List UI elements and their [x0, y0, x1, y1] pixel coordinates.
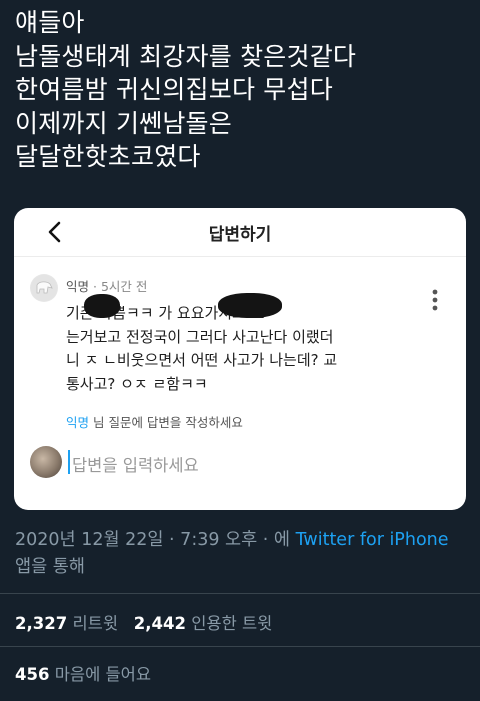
redaction-blot	[84, 294, 120, 318]
retweet-count: 2,327	[15, 614, 68, 633]
comment-line: 니 ㅈ ㄴ비웃으면서 어떤 사고가 나는데? 교	[66, 351, 338, 369]
tweet-line: 한여름밤 귀신의집보다 무섭다	[15, 75, 333, 104]
redaction-blot	[218, 293, 282, 318]
tweet-text: 얘들아 남돌생태계 최강자를 찾은것같다 한여름밤 귀신의집보다 무섭다 이제까…	[15, 6, 470, 174]
reply-hint-text: 님 질문에 답변을 작성하세요	[89, 415, 243, 430]
tweet-source-link[interactable]: Twitter for iPhone	[296, 530, 449, 550]
comment-meta: 익명 · 5시간 전	[66, 276, 147, 295]
retweet-label: 리트윗	[72, 614, 118, 633]
tweet-line: 이제까지 기쎈남돌은	[15, 108, 232, 138]
more-vertical-icon[interactable]	[431, 288, 439, 312]
quote-stat[interactable]: 2,442 인용한 트윗	[134, 614, 273, 633]
card-title: 답변하기	[208, 225, 272, 245]
quote-label: 인용한 트윗	[191, 614, 273, 633]
tweet-line: 얘들아	[15, 8, 85, 37]
comment-time: 5시간 전	[100, 279, 148, 294]
card-header: 답변하기	[14, 208, 466, 257]
tweet-line: 남돌생태계 최강자를 찾은것같다	[15, 41, 357, 71]
reply-input-placeholder: 답변을 입력하세요	[72, 456, 199, 475]
tweet-timestamp: 2020년 12월 22일 · 7:39 오후 · 에 Twitter for …	[15, 527, 470, 581]
reply-input[interactable]: 답변을 입력하세요	[30, 446, 450, 478]
quote-count: 2,442	[133, 614, 186, 633]
user-avatar	[30, 446, 62, 478]
anonymous-avatar-icon	[30, 274, 58, 302]
meta-separator: ·	[93, 279, 101, 294]
attached-screenshot-card[interactable]: 답변하기 익명 · 5시간 전 기존 나쁨ㅋㅋ 가 요요가지고 노 는거보고 전…	[14, 208, 466, 510]
divider	[0, 593, 480, 594]
reply-hint: 익명 님 질문에 답변을 작성하세요	[66, 412, 243, 431]
text-cursor	[68, 450, 70, 474]
tweet-source-suffix: 앱을 통해	[15, 557, 85, 577]
comment-author: 익명	[66, 279, 90, 294]
reply-hint-author: 익명	[66, 415, 90, 430]
like-count: 456	[15, 665, 50, 684]
tweet-line: 달달한핫초코였다	[15, 142, 201, 171]
retweet-stat[interactable]: 2,327 리트윗	[15, 614, 123, 633]
tweet-date: 2020년 12월 22일 · 7:39 오후 · 에	[15, 530, 296, 550]
like-label: 마음에 들어요	[54, 665, 152, 684]
comment-line: 는거보고 전정국이 그러다 사고난다 이랬더	[66, 327, 334, 346]
divider	[0, 646, 480, 647]
tweet-stats: 2,327 리트윗 2,442 인용한 트윗	[15, 610, 272, 634]
like-stat[interactable]: 456 마음에 들어요	[15, 661, 151, 685]
comment-line: 통사고? ㅇㅈ ㄹ함ㅋㅋ	[66, 374, 208, 393]
